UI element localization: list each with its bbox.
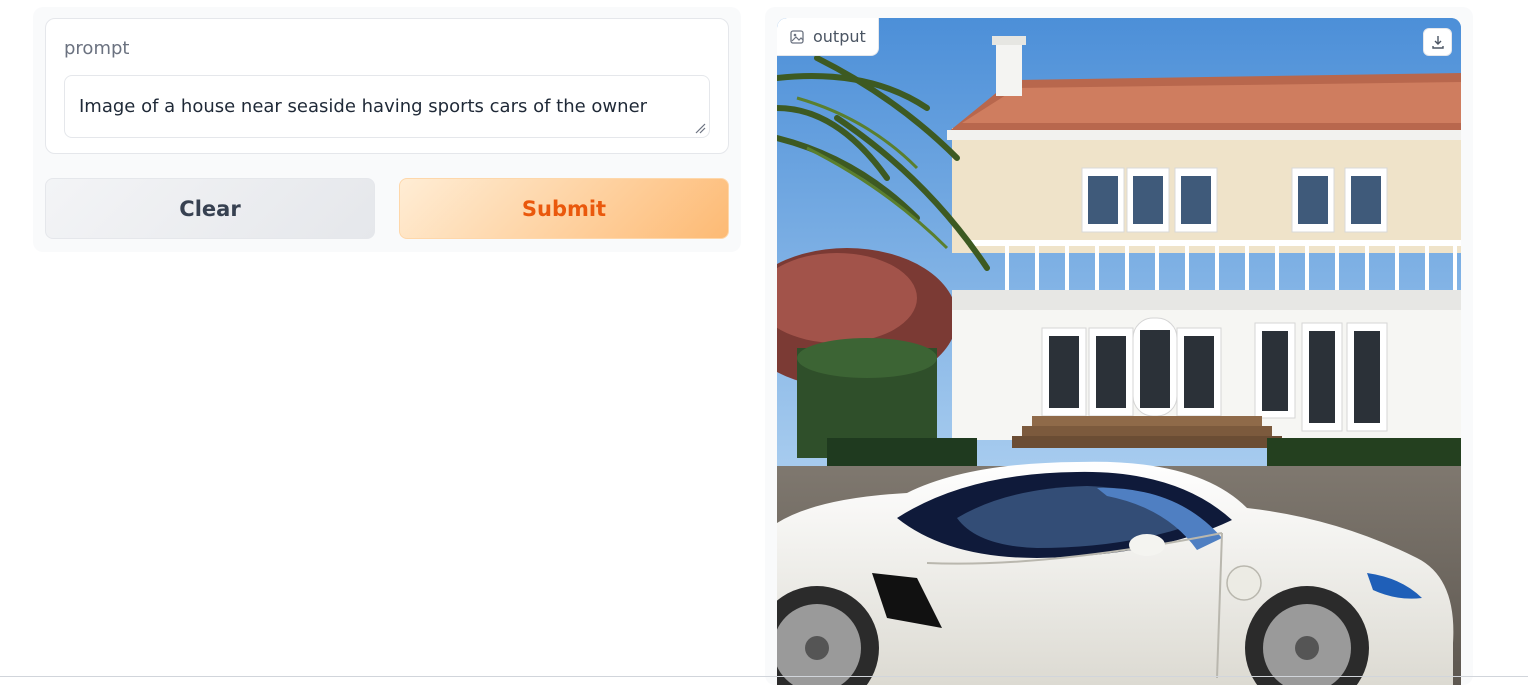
prompt-value: Image of a house near seaside having spo… [79,96,648,117]
clear-button[interactable]: Clear [45,178,375,239]
output-image-frame: output [777,18,1461,685]
prompt-block: prompt Image of a house near seaside hav… [45,18,729,154]
output-label: output [813,27,866,46]
prompt-textarea[interactable]: Image of a house near seaside having spo… [64,75,710,138]
submit-button[interactable]: Submit [399,178,729,239]
bottom-divider [0,676,1528,677]
image-icon [790,29,804,44]
output-image [777,18,1461,685]
output-label-tab: output [777,18,879,56]
resize-grip-icon[interactable] [694,122,706,134]
output-panel: output [765,7,1473,685]
download-button[interactable] [1423,28,1452,56]
input-panel: prompt Image of a house near seaside hav… [33,7,741,252]
download-icon [1431,36,1444,49]
prompt-label: prompt [64,38,130,59]
